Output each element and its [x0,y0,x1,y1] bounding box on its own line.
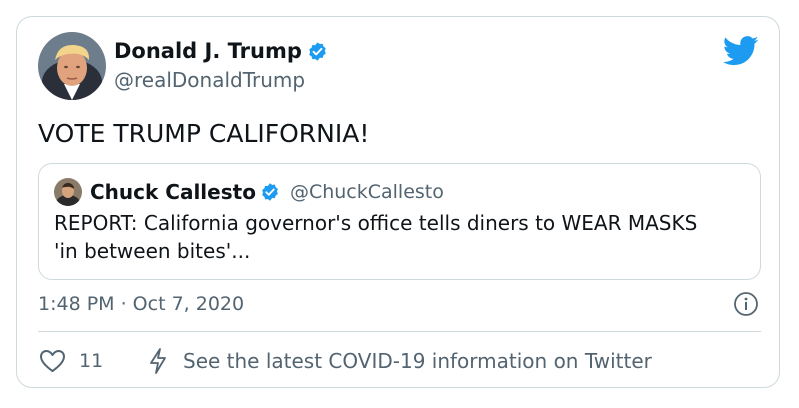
action-divider [38,331,761,332]
author-avatar[interactable] [38,32,106,100]
quoted-author-name[interactable]: Chuck Callesto [90,180,256,204]
quoted-author-avatar[interactable] [54,178,82,206]
tweet-text: VOTE TRUMP CALIFORNIA! [38,119,370,148]
quoted-author-handle[interactable]: @ChuckCallesto [290,181,444,203]
covid-info-link[interactable]: See the latest COVID-19 information on T… [183,347,652,375]
tweet-timestamp[interactable]: 1:48 PM · Oct 7, 2020 [38,291,244,317]
quoted-tweet-header: Chuck Callesto @ChuckCallesto [90,178,444,206]
author-name-text[interactable]: Donald J. Trump [114,38,302,64]
info-icon[interactable] [733,291,759,317]
like-count[interactable]: 11 [79,347,103,375]
twitter-bird-icon[interactable] [723,36,759,66]
heart-icon[interactable] [39,349,66,373]
verified-badge-icon [260,182,280,202]
quoted-tweet-text: REPORT: California governor's office tel… [54,211,698,263]
author-display-name[interactable]: Donald J. Trump [114,38,328,64]
author-handle[interactable]: @realDonaldTrump [114,67,305,93]
verified-badge-icon [307,41,328,62]
embedded-tweet-card[interactable]: Donald J. Trump @realDonaldTrump VOTE TR… [16,16,780,388]
lightning-bolt-icon [148,347,168,375]
quoted-tweet-card[interactable]: Chuck Callesto @ChuckCallesto REPORT: Ca… [38,163,761,280]
